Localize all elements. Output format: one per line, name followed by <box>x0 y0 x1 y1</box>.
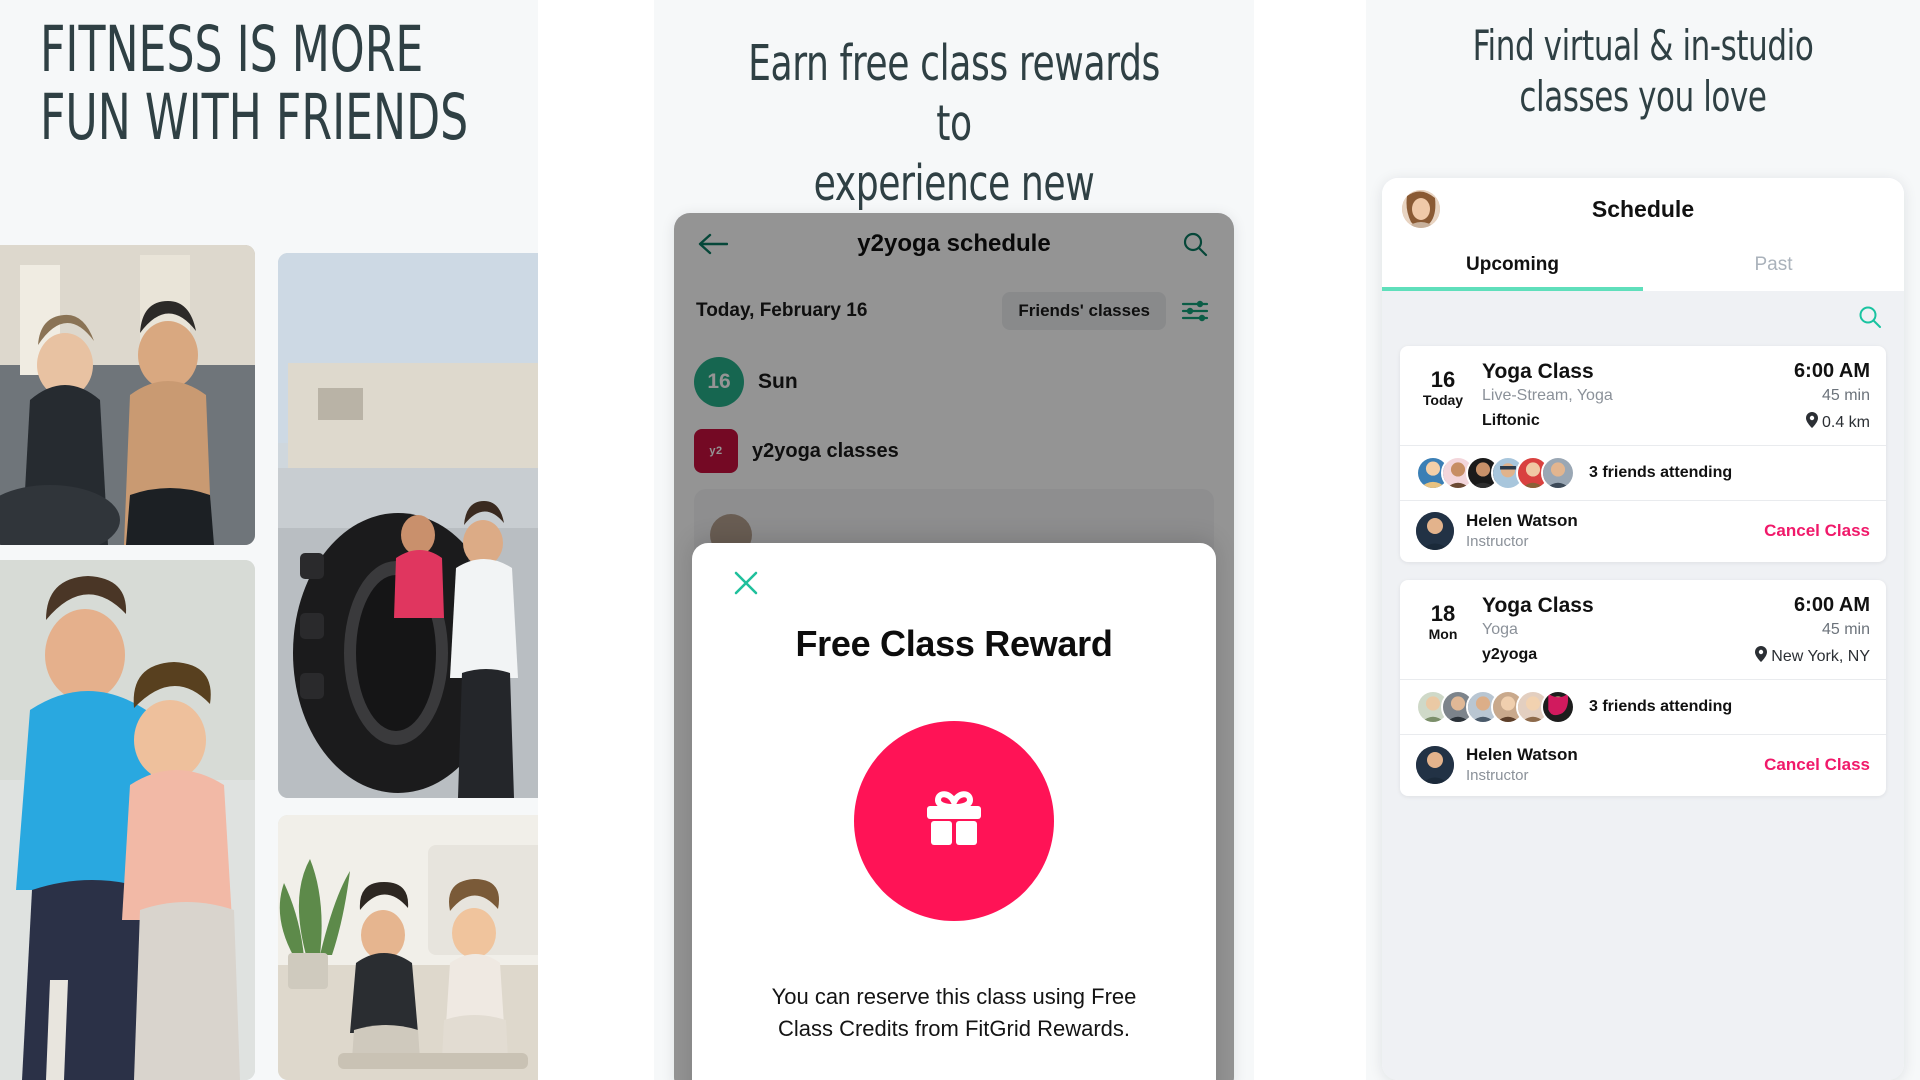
gift-badge <box>736 721 1172 921</box>
photo-gym-couple <box>0 245 255 545</box>
friend-avatars <box>1416 456 1575 490</box>
right-headline-line1: Find virtual & in-studio <box>1472 21 1814 70</box>
class-type: Live-Stream, Yoga <box>1482 387 1613 404</box>
class-day-label: Mon <box>1428 626 1458 643</box>
class-location: New York, NY <box>1755 646 1870 667</box>
class-duration: 45 min <box>1821 621 1870 638</box>
phone-mockup-schedule: Schedule Upcoming Past 16 Today Yoga Cla… <box>1382 178 1904 1080</box>
class-duration: 45 min <box>1821 387 1870 404</box>
cancel-class-button[interactable]: Cancel Class <box>1764 755 1870 775</box>
instructor-row: Helen Watson Instructor Cancel Class <box>1400 500 1886 562</box>
tab-past[interactable]: Past <box>1643 240 1904 291</box>
friends-attending-row[interactable]: 3 friends attending <box>1400 445 1886 500</box>
class-card[interactable]: 16 Today Yoga Class Live-Stream, Yoga Li… <box>1400 346 1886 562</box>
panel-left: FITNESS IS MORE FUN WITH FRIENDS <box>0 0 538 1080</box>
friends-attending-row[interactable]: 3 friends attending <box>1400 679 1886 734</box>
class-summary: 18 Mon Yoga Class Yoga y2yoga 6:00 AM 45… <box>1400 580 1886 679</box>
left-headline-line2: FUN WITH FRIENDS <box>40 81 469 155</box>
friends-attending-text: 3 friends attending <box>1589 464 1733 481</box>
avatar <box>1541 456 1575 490</box>
right-headline-line2: classes you love <box>1519 72 1767 122</box>
avatar <box>1416 745 1454 784</box>
left-headline-line1: FITNESS IS MORE <box>40 13 424 86</box>
schedule-footer: Find a New Class <box>1382 1075 1904 1080</box>
class-type: Yoga <box>1482 621 1518 638</box>
class-location-text: 0.4 km <box>1821 413 1870 431</box>
right-headline: Find virtual & in-studio classes you lov… <box>1416 20 1870 122</box>
close-icon[interactable] <box>728 565 764 601</box>
instructor-info: Helen Watson Instructor <box>1466 511 1578 550</box>
photo-home-yoga <box>278 815 538 1080</box>
free-class-reward-modal: Free Class Reward You can reserve this c… <box>692 543 1216 1080</box>
schedule-body: 16 Today Yoga Class Live-Stream, Yoga Li… <box>1382 291 1904 1080</box>
class-card[interactable]: 18 Mon Yoga Class Yoga y2yoga 6:00 AM 45… <box>1400 580 1886 796</box>
photo-collage <box>0 245 538 1080</box>
left-headline: FITNESS IS MORE FUN WITH FRIENDS <box>40 13 538 155</box>
phone-mockup-reward: y2yoga schedule Today, February 16 Frien… <box>674 213 1234 1080</box>
panel-right: Find virtual & in-studio classes you lov… <box>1366 0 1920 1080</box>
class-summary: 16 Today Yoga Class Live-Stream, Yoga Li… <box>1400 346 1886 445</box>
schedule-topbar: Schedule <box>1382 178 1904 240</box>
gift-icon <box>854 721 1054 921</box>
class-date: 16 Today <box>1416 360 1470 433</box>
class-day-number: 18 <box>1430 601 1456 626</box>
friends-attending-text: 3 friends attending <box>1589 698 1733 715</box>
search-row <box>1400 299 1886 346</box>
class-location-text: New York, NY <box>1771 647 1870 665</box>
avatar[interactable] <box>1402 190 1440 228</box>
screenshot-root: FITNESS IS MORE FUN WITH FRIENDS Earn fr… <box>0 0 1920 1080</box>
page-title: Schedule <box>1591 195 1695 222</box>
schedule-tabs: Upcoming Past <box>1382 240 1904 291</box>
avatar <box>1541 690 1575 724</box>
mid-headline-line1: Earn free class rewards to <box>748 35 1160 152</box>
class-meta: 6:00 AM 45 min New York, NY <box>1755 594 1870 667</box>
friend-avatars <box>1416 690 1575 724</box>
class-studio: y2yoga <box>1482 646 1538 663</box>
tab-upcoming[interactable]: Upcoming <box>1382 240 1643 291</box>
panel-divider-1 <box>538 0 654 1080</box>
class-info: Yoga Class Live-Stream, Yoga Liftonic <box>1482 360 1782 433</box>
class-time: 6:00 AM <box>1794 594 1870 616</box>
instructor-name: Helen Watson <box>1466 745 1578 764</box>
instructor-role: Instructor <box>1466 533 1529 550</box>
panel-divider-2 <box>1254 0 1366 1080</box>
panel-mid: Earn free class rewards to experience ne… <box>654 0 1254 1080</box>
instructor-role: Instructor <box>1466 767 1529 784</box>
avatar <box>1416 511 1454 550</box>
modal-title: Free Class Reward <box>795 623 1113 664</box>
modal-description: You can reserve this class using Free Cl… <box>771 984 1137 1041</box>
instructor-name: Helen Watson <box>1466 511 1578 530</box>
cancel-class-button[interactable]: Cancel Class <box>1764 521 1870 541</box>
class-day-number: 16 <box>1430 367 1456 392</box>
map-pin-icon <box>1755 646 1768 667</box>
class-studio: Liftonic <box>1482 412 1540 429</box>
class-info: Yoga Class Yoga y2yoga <box>1482 594 1743 667</box>
class-date: 18 Mon <box>1416 594 1470 667</box>
class-location: 0.4 km <box>1794 412 1870 433</box>
photo-mother-child <box>0 560 255 1080</box>
map-pin-icon <box>1805 412 1818 433</box>
search-icon[interactable] <box>1858 305 1882 334</box>
instructor-info: Helen Watson Instructor <box>1466 745 1578 784</box>
class-day-label: Today <box>1422 392 1464 409</box>
instructor-row: Helen Watson Instructor Cancel Class <box>1400 734 1886 796</box>
class-meta: 6:00 AM 45 min 0.4 km <box>1794 360 1870 433</box>
class-time: 6:00 AM <box>1794 360 1870 382</box>
photo-tire-flip <box>278 253 538 798</box>
class-name: Yoga Class <box>1482 594 1594 617</box>
class-name: Yoga Class <box>1482 360 1594 383</box>
